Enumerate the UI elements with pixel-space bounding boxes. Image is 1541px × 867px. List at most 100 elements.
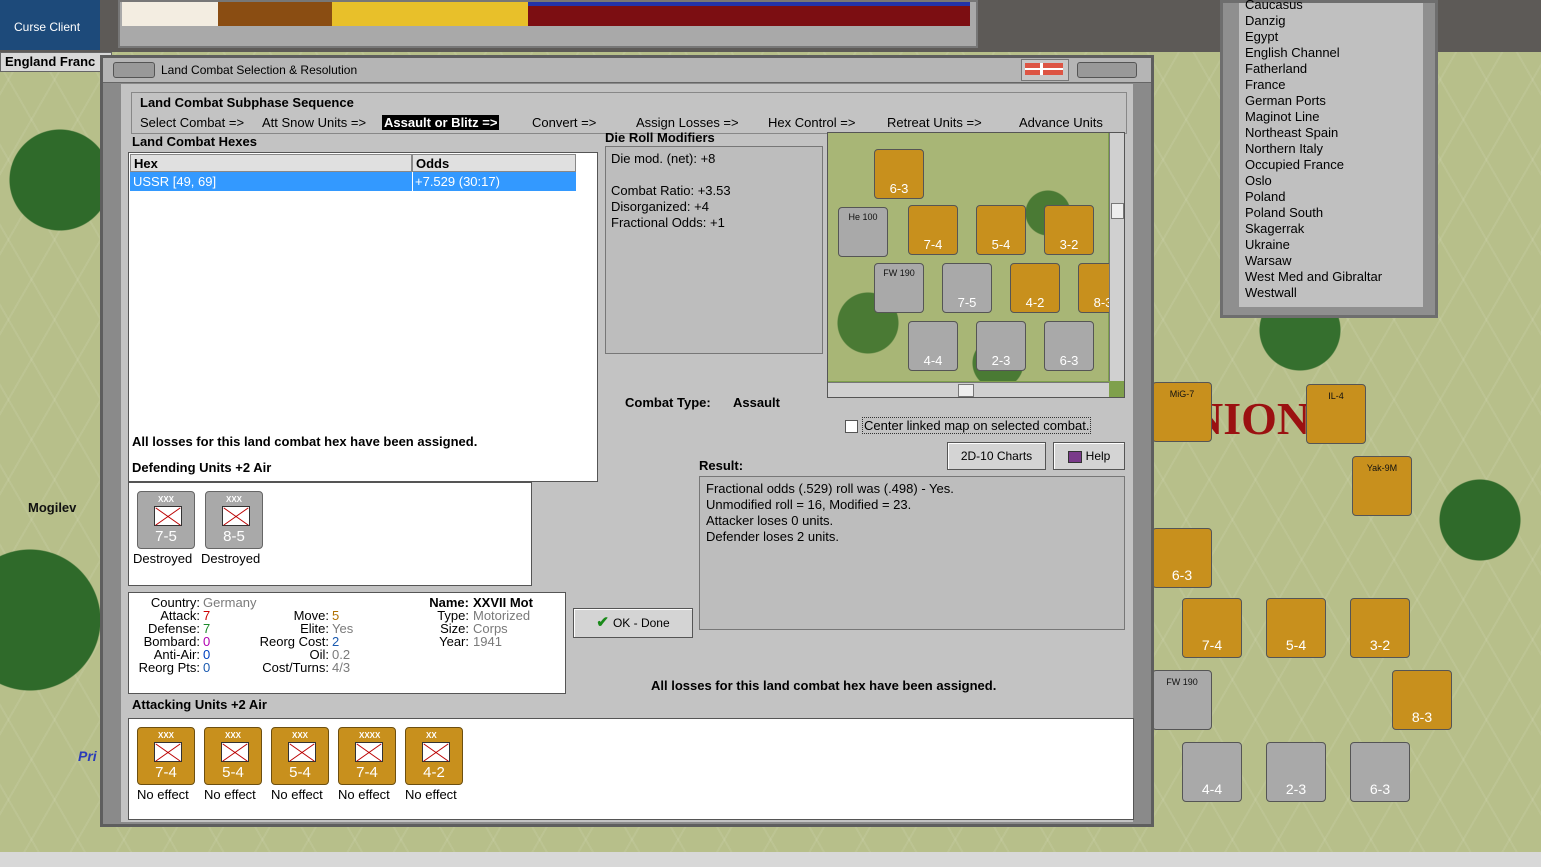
die-roll-line: Combat Ratio: +3.53 [611,183,731,198]
area-list-item[interactable]: Fatherland [1245,61,1307,76]
die-roll-heading: Die Roll Modifiers [605,130,715,145]
map-counter-label: 6-3 [1369,781,1391,797]
unit-size-label: XXX [225,731,242,740]
area-list-item[interactable]: Westwall [1245,285,1297,300]
area-list-item[interactable]: Ukraine [1245,237,1290,252]
map-scrollbar[interactable] [0,852,1541,867]
minimap-counter[interactable]: 3-2 [1044,205,1094,255]
country-bar[interactable]: England Franc [0,52,112,72]
map-counter[interactable]: IL-4 [1306,384,1366,444]
area-list-item[interactable]: Northern Italy [1245,141,1323,156]
minimap-counter[interactable]: 4-2 [1010,263,1060,313]
taskbar-app-icon[interactable]: Curse Client [0,0,100,50]
map-counter[interactable]: 2-3 [1266,742,1326,802]
subphase-step[interactable]: Advance Units [1019,115,1103,130]
subphase-step[interactable]: Hex Control => [768,115,855,130]
area-list-item[interactable]: Maginot Line [1245,109,1319,124]
linked-minimap[interactable]: 6-3 He 100 7-4 5-4 3-2 FW 190 7-5 4-2 8-3 4-4 2-3 6… [827,132,1125,398]
area-list-item[interactable]: Warsaw [1245,253,1291,268]
dialog-title-bar[interactable]: Land Combat Selection & Resolution [103,58,1151,83]
minimap-counter[interactable]: 6-3 [874,149,924,199]
map-counter-label: Yak-9M [1366,463,1398,473]
subphase-step[interactable]: Assign Losses => [636,115,739,130]
area-list-item[interactable]: Oslo [1245,173,1272,188]
center-map-checkbox-label[interactable]: Center linked map on selected combat. [862,417,1092,434]
land-combat-hexes-heading: Land Combat Hexes [132,134,257,149]
reorg-pts-label: Reorg Pts: [138,660,200,675]
unit-size-label: XXX [158,731,175,740]
unit-counter[interactable]: XX 4-2 [405,727,463,785]
area-list-item[interactable]: France [1245,77,1285,92]
unit-counter[interactable]: XXX 5-4 [204,727,262,785]
cost-label: Cost/Turns: [262,660,329,675]
map-counter[interactable]: 4-4 [1182,742,1242,802]
center-map-checkbox[interactable] [845,420,858,433]
area-list-item[interactable]: West Med and Gibraltar [1245,269,1382,284]
minimap-counter-label: He 100 [848,212,878,222]
subphase-step[interactable]: Select Combat => [140,115,244,130]
area-list-item[interactable]: Skagerrak [1245,221,1304,236]
area-list-item[interactable]: Northeast Spain [1245,125,1338,140]
area-list-item[interactable]: Occupied France [1245,157,1344,172]
map-counter[interactable]: 5-4 [1266,598,1326,658]
map-counter[interactable]: 6-3 [1152,528,1212,588]
column-header-odds[interactable]: Odds [412,154,576,172]
column-header-hex[interactable]: Hex [130,154,412,172]
minimap-counter[interactable]: 7-4 [908,205,958,255]
area-list-item[interactable]: English Channel [1245,45,1340,60]
scroll-thumb[interactable] [1111,203,1124,219]
minimap-counter[interactable]: 2-3 [976,321,1026,371]
subphase-step[interactable]: Retreat Units => [887,115,982,130]
map-counter[interactable]: Yak-9M [1352,456,1412,516]
unit-counter[interactable]: XXXX 7-4 [338,727,396,785]
map-counter[interactable]: FW 190 [1152,670,1212,730]
area-list[interactable]: Caucasus Danzig Egypt English Channel Father… [1239,0,1423,307]
minimap-counter[interactable]: 4-4 [908,321,958,371]
minimap-counter-label: 6-3 [889,181,909,196]
minimap-counter-label: 4-2 [1025,295,1045,310]
minimap-counter[interactable]: FW 190 [874,263,924,313]
unit-strength: 7-4 [155,764,177,781]
ok-done-button[interactable]: ✔ OK - Done [573,608,693,638]
map-counter[interactable]: 3-2 [1350,598,1410,658]
unit-result-caption: No effect [338,787,390,802]
result-heading: Result: [699,458,744,473]
unit-counter[interactable]: XXX 7-5 [137,491,195,549]
area-list-item[interactable]: Egypt [1245,29,1278,44]
subphase-step[interactable]: Att Snow Units => [262,115,366,130]
combat-hex-table: Hex Odds USSR [49, 69] +7.529 (30:17) [128,152,598,482]
minimap-counter[interactable]: 5-4 [976,205,1026,255]
minimap-counter[interactable]: He 100 [838,207,888,257]
area-list-item[interactable]: Poland [1245,189,1285,204]
unit-type-icon [221,742,249,762]
map-counter[interactable]: 6-3 [1350,742,1410,802]
die-roll-line: Fractional Odds: +1 [611,215,725,230]
map-counter[interactable]: MiG-7 [1152,382,1212,442]
minimap-counter[interactable]: 6-3 [1044,321,1094,371]
unit-counter[interactable]: XXX 7-4 [137,727,195,785]
area-list-item[interactable]: German Ports [1245,93,1326,108]
subphase-sequence: Land Combat Subphase Sequence Select Com… [131,92,1127,134]
unit-result-caption: Destroyed [201,551,261,566]
area-list-item[interactable]: Caucasus [1245,0,1303,12]
map-counter[interactable]: 7-4 [1182,598,1242,658]
help-button[interactable]: Help [1053,442,1125,470]
area-list-item[interactable]: Danzig [1245,13,1285,28]
minimap-vertical-scrollbar[interactable] [1109,133,1124,381]
minimap-horizontal-scrollbar[interactable] [828,382,1109,397]
area-list-item[interactable]: Poland South [1245,205,1323,220]
map-counter[interactable]: 8-3 [1392,670,1452,730]
subphase-step[interactable]: Convert => [532,115,596,130]
collapse-icon[interactable] [113,62,155,78]
minimap-counter[interactable]: 7-5 [942,263,992,313]
charts-button[interactable]: 2D-10 Charts [947,442,1046,470]
subphase-step[interactable]: Assault or Blitz => [382,115,500,130]
defending-units-panel: XXX 7-5 Destroyed XXX 8-5 Destroyed [128,482,532,586]
close-icon[interactable] [1077,62,1137,78]
scroll-thumb[interactable] [958,384,974,397]
map-label-pri: Pri [78,748,97,764]
unit-counter[interactable]: XXX 5-4 [271,727,329,785]
unit-counter[interactable]: XXX 8-5 [205,491,263,549]
attacking-units-heading: Attacking Units +2 Air [132,697,267,712]
table-row[interactable]: USSR [49, 69] +7.529 (30:17) [130,172,576,191]
